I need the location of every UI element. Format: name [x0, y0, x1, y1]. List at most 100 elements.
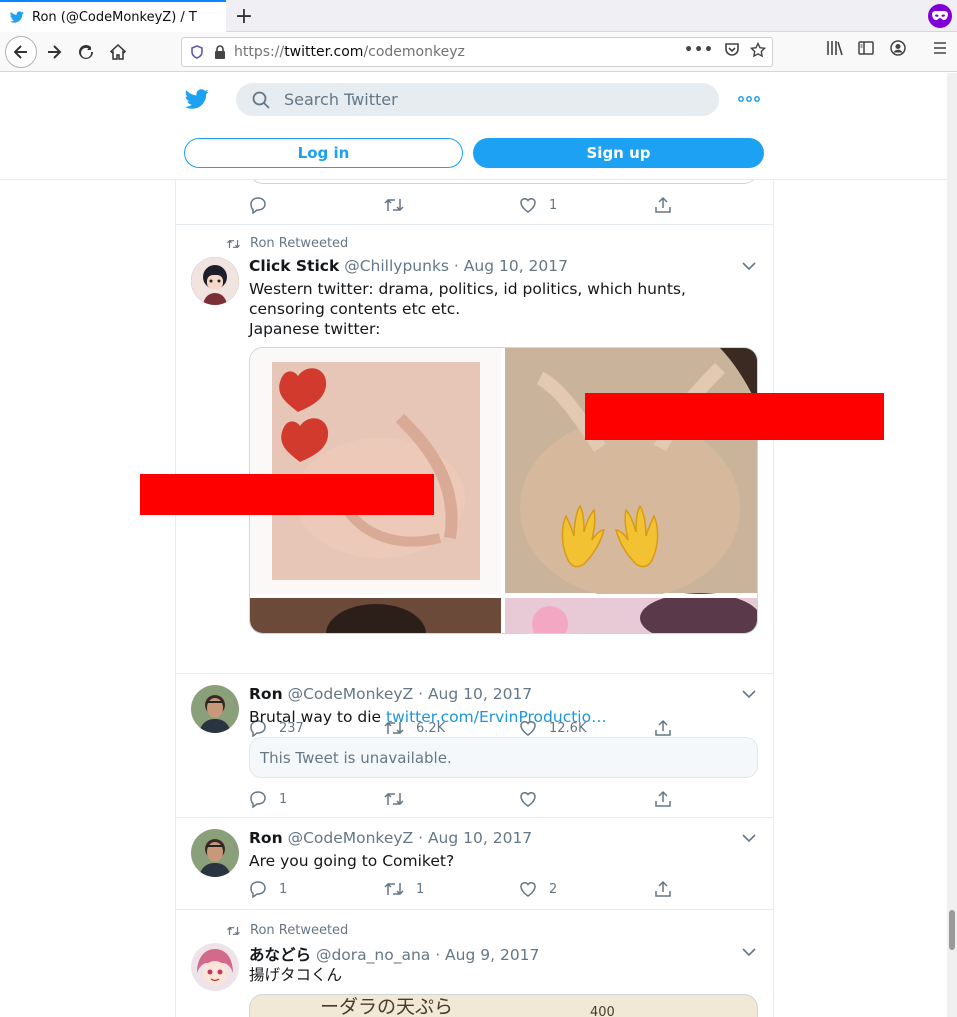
chevron-down-icon[interactable]	[742, 261, 756, 271]
unavailable-quote: This Tweet is unavailable.	[249, 737, 758, 778]
private-browsing-icon	[928, 4, 952, 28]
tweet-ron-comiket[interactable]: Ron @CodeMonkeyZ · Aug 10, 2017 Are you …	[176, 818, 773, 910]
media-preview[interactable]: ーダラの天ぷら 400	[249, 994, 758, 1017]
retweet-small-icon	[227, 926, 240, 935]
tab-title: Ron (@CodeMonkeyZ) / T	[32, 9, 197, 25]
like-button[interactable]	[519, 790, 537, 808]
tracking-shield-icon	[191, 45, 203, 59]
author-meta[interactable]: @CodeMonkeyZ · Aug 10, 2017	[288, 829, 533, 847]
reply-button[interactable]: 1	[249, 880, 287, 898]
share-button[interactable]	[654, 790, 672, 808]
tweet-header: Ron @CodeMonkeyZ · Aug 10, 2017	[249, 829, 532, 847]
back-button[interactable]	[5, 36, 37, 68]
retweet-count: 1	[416, 881, 425, 897]
browser-tab[interactable]: Ron (@CodeMonkeyZ) / T	[0, 0, 226, 32]
author-meta[interactable]: @Chillypunks · Aug 10, 2017	[344, 257, 568, 275]
tweet-text: Western twitter: drama, politics, id pol…	[249, 280, 686, 338]
url-path: /codemonkeyz	[363, 44, 465, 60]
reply-icon	[250, 881, 266, 898]
tweet-header: Click Stick @Chillypunks · Aug 10, 2017	[249, 257, 568, 275]
back-arrow-icon	[13, 45, 27, 59]
heart-icon	[520, 198, 536, 213]
page-viewport: Search Twitter Log in Sign up 1 Ron Retw…	[0, 73, 947, 1017]
search-placeholder: Search Twitter	[284, 90, 398, 109]
page-actions-icon[interactable]: •••	[684, 42, 714, 58]
chevron-down-icon[interactable]	[742, 947, 756, 957]
url-bar[interactable]: https://twitter.com/codemonkeyz •••	[181, 37, 773, 67]
page-scrollbar[interactable]	[947, 73, 957, 1017]
retweet-icon	[384, 198, 404, 212]
library-button[interactable]	[826, 40, 844, 56]
tweet-text: Brutal way to die twitter.com/ErvinProdu…	[249, 708, 607, 726]
like-count: 1	[549, 197, 558, 213]
pocket-icon[interactable]	[724, 42, 740, 58]
more-options-icon[interactable]	[738, 91, 760, 107]
login-button[interactable]: Log in	[184, 138, 463, 168]
hamburger-menu-icon	[934, 42, 946, 54]
author-name[interactable]: Click Stick	[249, 257, 339, 275]
bookmark-star-icon[interactable]	[750, 42, 766, 58]
media-caption: ーダラの天ぷら	[320, 996, 454, 1017]
avatar[interactable]	[191, 943, 239, 991]
retweet-small-icon	[227, 239, 240, 248]
author-name[interactable]: Ron	[249, 829, 283, 847]
tweet-anadora[interactable]: Ron Retweeted あなどら @dora_no_ana · Aug 9,…	[176, 910, 773, 1017]
forward-button[interactable]	[40, 38, 68, 66]
menu-button[interactable]	[932, 40, 948, 56]
avatar[interactable]	[191, 257, 239, 305]
library-icon	[827, 41, 843, 56]
avatar[interactable]	[191, 829, 239, 877]
scrollbar-thumb[interactable]	[949, 910, 955, 950]
sidebar-toggle-button[interactable]	[858, 40, 874, 56]
author-meta[interactable]: @CodeMonkeyZ · Aug 10, 2017	[288, 685, 533, 703]
browser-tabbar: Ron (@CodeMonkeyZ) / T +	[0, 0, 957, 32]
home-icon	[110, 44, 126, 60]
like-button[interactable]: 2	[519, 880, 557, 898]
heart-icon	[520, 882, 536, 897]
reply-count: 1	[279, 881, 288, 897]
retweet-button[interactable]	[384, 196, 404, 214]
browser-navbar: https://twitter.com/codemonkeyz •••	[0, 32, 957, 72]
signup-button[interactable]: Sign up	[473, 138, 764, 168]
search-icon	[252, 91, 270, 109]
reply-button[interactable]	[249, 196, 267, 214]
tweet-actions: 1 1 2	[249, 880, 679, 900]
author-name[interactable]: Ron	[249, 685, 283, 703]
home-button[interactable]	[104, 38, 132, 66]
like-button[interactable]: 1	[519, 196, 557, 214]
media-price: 400	[590, 1005, 615, 1017]
forward-arrow-icon	[48, 45, 62, 59]
tweet-header: あなどら @dora_no_ana · Aug 9, 2017	[249, 943, 539, 965]
redaction-box	[585, 393, 884, 440]
sidebar-icon	[858, 41, 874, 55]
chevron-down-icon[interactable]	[742, 833, 756, 843]
retweet-context: Ron Retweeted	[226, 923, 348, 938]
author-name[interactable]: あなどら	[249, 946, 311, 964]
share-button[interactable]	[654, 880, 672, 898]
reload-button[interactable]	[72, 38, 100, 66]
twitter-bird-icon	[10, 11, 24, 23]
tweet-actions: 1	[249, 790, 679, 810]
search-input[interactable]: Search Twitter	[236, 83, 719, 116]
like-count: 2	[549, 881, 558, 897]
share-button[interactable]	[654, 196, 672, 214]
tweet-ron-brutal[interactable]: Ron @CodeMonkeyZ · Aug 10, 2017 Brutal w…	[176, 674, 773, 818]
share-icon	[655, 880, 671, 897]
avatar[interactable]	[191, 685, 239, 733]
retweet-button[interactable]: 1	[384, 880, 424, 898]
redaction-box	[140, 474, 434, 515]
heart-icon	[520, 792, 536, 807]
tweet-link[interactable]: twitter.com/ErvinProductio…	[386, 708, 607, 726]
reply-button[interactable]: 1	[249, 790, 287, 808]
retweet-button[interactable]	[384, 790, 404, 808]
account-button[interactable]	[890, 40, 906, 56]
twitter-logo-icon[interactable]	[184, 87, 210, 111]
tweet-previous[interactable]: 1	[176, 170, 773, 225]
author-meta[interactable]: @dora_no_ana · Aug 9, 2017	[316, 946, 539, 964]
new-tab-button[interactable]: +	[228, 0, 260, 32]
chevron-down-icon[interactable]	[742, 689, 756, 699]
twitter-header: Search Twitter Log in Sign up	[0, 73, 947, 180]
reload-icon	[79, 44, 93, 59]
url-host: twitter.com	[284, 44, 364, 60]
tweet-click-stick[interactable]: Ron Retweeted Click Stick @Chillypunks ·…	[176, 225, 773, 737]
